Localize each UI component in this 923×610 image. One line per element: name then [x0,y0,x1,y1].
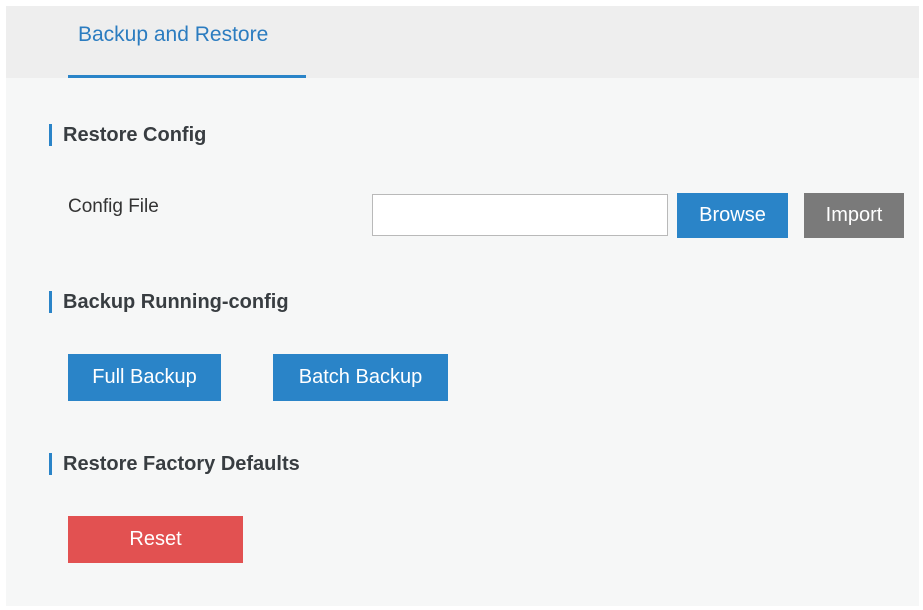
section-restore-config: Restore Config [49,122,206,148]
section-backup-running-config: Backup Running-config [49,289,289,315]
browse-button[interactable]: Browse [677,193,788,238]
backup-restore-page: Backup and Restore Restore Config Config… [6,6,919,606]
reset-button[interactable]: Reset [68,516,243,563]
config-file-input[interactable] [372,194,668,236]
active-tab-indicator [68,75,306,78]
tab-backup-and-restore[interactable]: Backup and Restore [68,6,306,78]
full-backup-button[interactable]: Full Backup [68,354,221,401]
import-button[interactable]: Import [804,193,904,238]
tab-label: Backup and Restore [78,23,269,46]
section-restore-factory-defaults: Restore Factory Defaults [49,451,300,477]
section-title: Restore Factory Defaults [63,452,300,475]
batch-backup-button[interactable]: Batch Backup [273,354,448,401]
tab-bar: Backup and Restore [6,6,919,78]
section-title: Restore Config [63,123,207,146]
config-file-label: Config File [68,196,159,217]
section-marker [49,453,52,475]
section-marker [49,124,52,146]
section-title: Backup Running-config [63,290,289,313]
section-marker [49,291,52,313]
